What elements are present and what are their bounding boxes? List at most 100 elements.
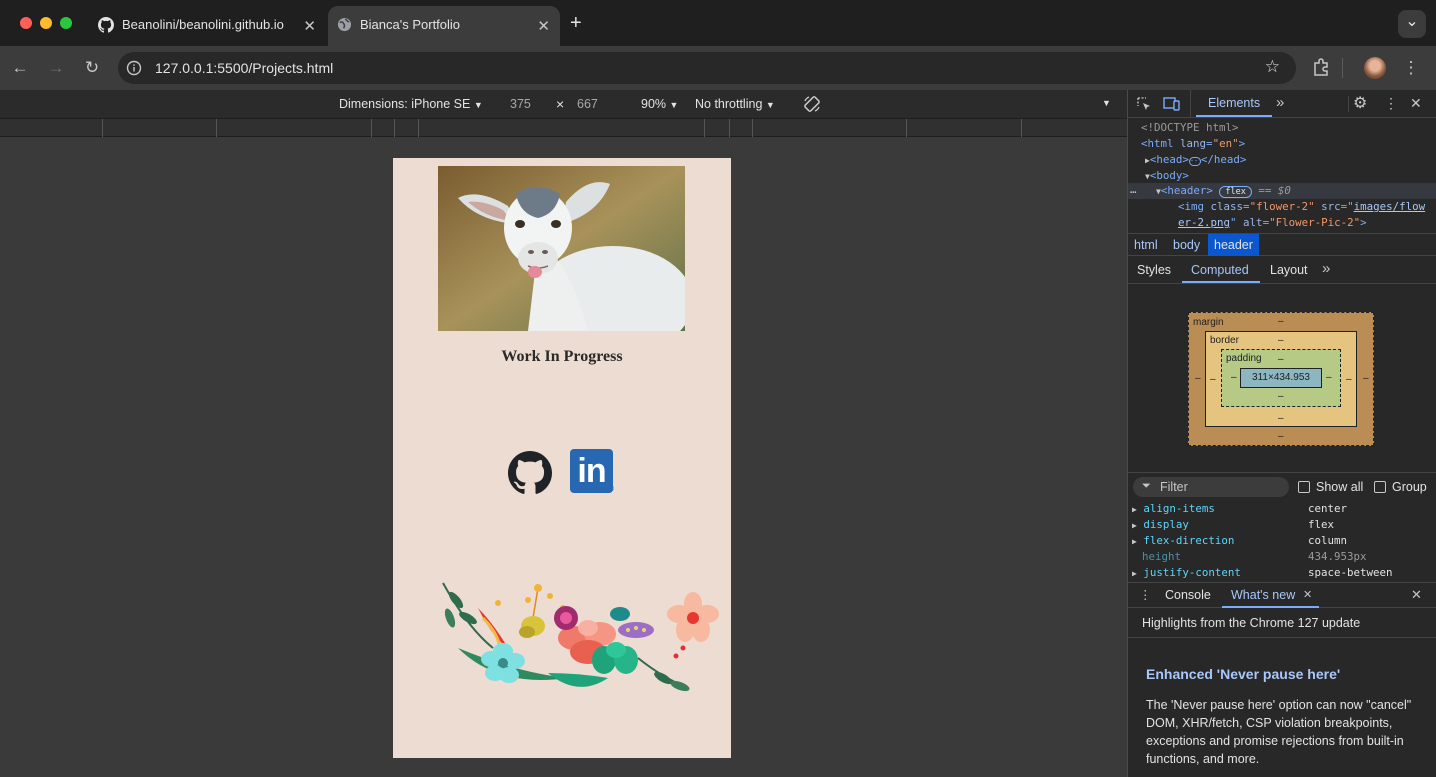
prop-name: display xyxy=(1143,518,1189,531)
devtools-menu-icon[interactable]: ⋮ xyxy=(1384,95,1398,112)
filter-input[interactable]: ⏷ Filter xyxy=(1133,477,1289,497)
group-checkbox[interactable] xyxy=(1374,481,1386,493)
head-tag: <head> xyxy=(1149,153,1189,166)
src-link[interactable]: er-2.png xyxy=(1178,216,1230,229)
whats-new-title[interactable]: Enhanced 'Never pause here' xyxy=(1146,666,1340,682)
dom-html-node[interactable]: <html lang="en"> xyxy=(1141,137,1245,150)
bookmark-star-icon[interactable]: ☆ xyxy=(1265,57,1280,77)
dimensions-select[interactable]: Dimensions: iPhone SE ▼ xyxy=(339,97,483,111)
attr-name: lang xyxy=(1180,137,1207,150)
rotate-icon[interactable] xyxy=(803,95,821,113)
computed-row[interactable]: ▶ align-items xyxy=(1132,502,1215,515)
device-toggle-icon[interactable] xyxy=(1163,96,1181,112)
more-tabs-icon[interactable]: » xyxy=(1276,94,1284,111)
flex-badge[interactable]: flex xyxy=(1219,186,1252,198)
border-bottom-value: – xyxy=(1278,413,1284,424)
prop-value: center xyxy=(1308,502,1348,515)
tab-layout[interactable]: Layout xyxy=(1270,263,1308,277)
devtools-main-tabs: Elements » ⚙ ⋮ ✕ xyxy=(1128,90,1436,118)
dropdown-icon: ▼ xyxy=(765,100,775,110)
reload-icon[interactable]: ↻ xyxy=(81,58,103,78)
zoom-select[interactable]: 90% ▼ xyxy=(641,97,678,111)
new-tab-button[interactable]: + xyxy=(570,12,582,35)
settings-gear-icon[interactable]: ⚙ xyxy=(1353,93,1367,113)
tab-console[interactable]: Console xyxy=(1165,588,1211,602)
close-tab-icon[interactable]: ✕ xyxy=(303,17,316,35)
close-tab-icon[interactable]: ✕ xyxy=(537,17,550,35)
goat-image xyxy=(438,166,685,331)
dom-header-node-selected[interactable]: … ▼<header> flex == $0 xyxy=(1128,183,1436,199)
prop-name: align-items xyxy=(1143,502,1215,515)
minimize-window-button[interactable] xyxy=(40,17,52,29)
inspect-element-icon[interactable] xyxy=(1136,96,1152,112)
site-info-icon[interactable] xyxy=(126,60,142,76)
computed-row[interactable]: height xyxy=(1142,550,1181,563)
tab-elements[interactable]: Elements xyxy=(1208,96,1260,110)
times-sign: × xyxy=(556,96,565,112)
avatar[interactable] xyxy=(1364,57,1386,79)
drawer-menu-icon[interactable]: ⋮ xyxy=(1139,587,1152,602)
prop-value: column xyxy=(1308,534,1348,547)
computed-row[interactable]: ▶ justify-content xyxy=(1132,566,1241,579)
dom-tree: <!DOCTYPE html> <html lang="en"> ▶<head>… xyxy=(1128,119,1436,234)
tab-computed[interactable]: Computed xyxy=(1191,263,1249,277)
dom-body-node[interactable]: ▼<body> xyxy=(1145,169,1189,182)
prop-name: justify-content xyxy=(1143,566,1241,579)
show-all-checkbox[interactable] xyxy=(1298,481,1310,493)
height-input[interactable]: 667 xyxy=(577,97,598,111)
github-icon[interactable] xyxy=(508,451,552,495)
breadcrumb-html[interactable]: html xyxy=(1134,238,1158,252)
prop-value: flex xyxy=(1308,518,1335,531)
close-devtools-icon[interactable]: ✕ xyxy=(1410,95,1422,112)
tab-styles[interactable]: Styles xyxy=(1137,263,1171,277)
tab-portfolio[interactable]: Bianca's Portfolio ✕ xyxy=(328,6,560,46)
node-dots-icon[interactable]: … xyxy=(1130,183,1137,196)
width-input[interactable]: 375 xyxy=(510,97,531,111)
back-icon[interactable]: ← xyxy=(9,58,31,78)
src-link[interactable]: images/flow xyxy=(1354,200,1426,213)
breadcrumb-body[interactable]: body xyxy=(1173,238,1200,252)
drawer-tabs: ⋮ Console What's new ✕ ✕ xyxy=(1128,582,1436,608)
browser-toolbar: ← → ↻ 127.0.0.1:5500/Projects.html ☆ ⋮ xyxy=(0,46,1436,90)
more-tabs-icon[interactable]: » xyxy=(1322,260,1330,277)
registered-mark: ® xyxy=(609,486,615,493)
github-icon xyxy=(98,17,114,33)
dom-head-node[interactable]: ▶<head>···</head> xyxy=(1145,153,1246,166)
ellipsis-badge[interactable]: ··· xyxy=(1188,157,1203,166)
tab-search-button[interactable]: ⌄ xyxy=(1398,10,1426,38)
zoom-window-button[interactable] xyxy=(60,17,72,29)
tab-whats-new[interactable]: What's new xyxy=(1231,588,1295,602)
border-top-value: – xyxy=(1278,335,1284,346)
forward-icon[interactable]: → xyxy=(45,58,67,78)
tab-label: Beanolini/beanolini.github.io xyxy=(122,17,284,32)
computed-row[interactable]: ▶ display xyxy=(1132,518,1189,531)
box-model-border[interactable]: border – – – – padding – – – – 311×434.9… xyxy=(1205,331,1357,427)
tab-github[interactable]: Beanolini/beanolini.github.io ✕ xyxy=(88,6,326,46)
box-model-padding[interactable]: padding – – – – 311×434.953 xyxy=(1221,349,1341,407)
throttling-select[interactable]: No throttling ▼ xyxy=(695,97,775,111)
dom-img-node[interactable]: <img class="flower-2" src="images/flow xyxy=(1178,200,1425,213)
padding-top-value: – xyxy=(1278,354,1284,365)
linkedin-icon[interactable]: in xyxy=(570,449,613,493)
close-drawer-icon[interactable]: ✕ xyxy=(1411,587,1422,603)
dropdown-icon: ▼ xyxy=(473,100,483,110)
media-query-bar[interactable] xyxy=(0,118,1127,137)
address-bar[interactable]: 127.0.0.1:5500/Projects.html ☆ xyxy=(118,52,1296,84)
close-window-button[interactable] xyxy=(20,17,32,29)
close-whats-new-icon[interactable]: ✕ xyxy=(1303,588,1312,601)
computed-row[interactable]: ▶ flex-direction xyxy=(1132,534,1234,547)
padding-label: padding xyxy=(1226,353,1262,364)
menu-kebab-icon[interactable]: ⋮ xyxy=(1400,58,1422,78)
computed-list: ▶ align-items center ▶ display flex ▶ fl… xyxy=(1128,501,1436,581)
device-more-icon[interactable]: ▼ xyxy=(1102,98,1111,108)
whats-new-body: The 'Never pause here' option can now "c… xyxy=(1146,698,1412,766)
breadcrumb-header[interactable]: header xyxy=(1208,234,1259,256)
box-model-margin[interactable]: margin – – – – border – – – – padding – … xyxy=(1188,312,1374,446)
extensions-icon[interactable] xyxy=(1312,58,1330,76)
img-tag: <img xyxy=(1178,200,1205,213)
flower-image xyxy=(442,582,719,692)
filter-placeholder: Filter xyxy=(1160,480,1188,494)
box-model-content[interactable]: 311×434.953 xyxy=(1240,368,1322,388)
html-tag: <html xyxy=(1141,137,1174,150)
attr-name: alt xyxy=(1243,216,1263,229)
